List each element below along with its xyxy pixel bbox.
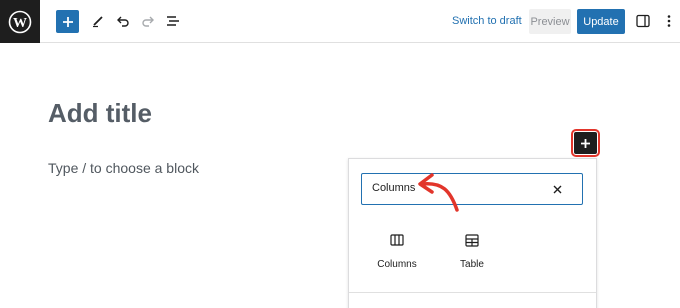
block-appender[interactable]: Type / to choose a block xyxy=(48,160,199,176)
popover-divider xyxy=(349,292,596,293)
pen-icon xyxy=(93,16,103,28)
redo-button[interactable] xyxy=(139,12,157,30)
settings-button[interactable] xyxy=(634,12,652,30)
inline-block-inserter-button[interactable] xyxy=(571,129,600,157)
close-icon xyxy=(553,185,561,193)
block-result-columns[interactable]: Columns xyxy=(367,231,427,275)
more-vertical-icon xyxy=(667,15,671,27)
switch-to-draft-button[interactable]: Switch to draft xyxy=(452,11,522,31)
wordpress-icon: W xyxy=(8,10,32,33)
block-result-table[interactable]: Table xyxy=(442,231,502,275)
post-title-field[interactable]: Add title xyxy=(48,98,152,129)
block-search-input[interactable]: Columns xyxy=(361,173,583,205)
list-view-icon xyxy=(167,16,179,26)
svg-text:W: W xyxy=(13,16,27,31)
search-input-value: Columns xyxy=(372,182,416,194)
options-button[interactable] xyxy=(662,12,676,30)
undo-icon xyxy=(117,16,129,27)
tools-button[interactable] xyxy=(89,12,107,30)
block-inserter-button[interactable] xyxy=(56,10,79,33)
preview-button[interactable]: Preview xyxy=(529,9,571,34)
table-icon xyxy=(465,233,479,247)
columns-icon xyxy=(390,234,404,246)
update-button[interactable]: Update xyxy=(577,9,625,34)
list-view-button[interactable] xyxy=(164,12,182,30)
plus-icon xyxy=(62,16,73,27)
wordpress-logo[interactable]: W xyxy=(0,0,40,43)
clear-search-button[interactable] xyxy=(550,182,564,196)
block-result-label: Table xyxy=(460,259,484,270)
plus-icon xyxy=(581,138,590,148)
block-result-label: Columns xyxy=(377,259,417,270)
redo-icon xyxy=(142,16,154,27)
block-inserter-popover: Columns Columns Table xyxy=(348,158,597,308)
sidebar-toggle-icon xyxy=(636,14,650,28)
undo-button[interactable] xyxy=(114,12,132,30)
editor-toolbar: W Switch to draft Preview Update xyxy=(0,0,680,43)
